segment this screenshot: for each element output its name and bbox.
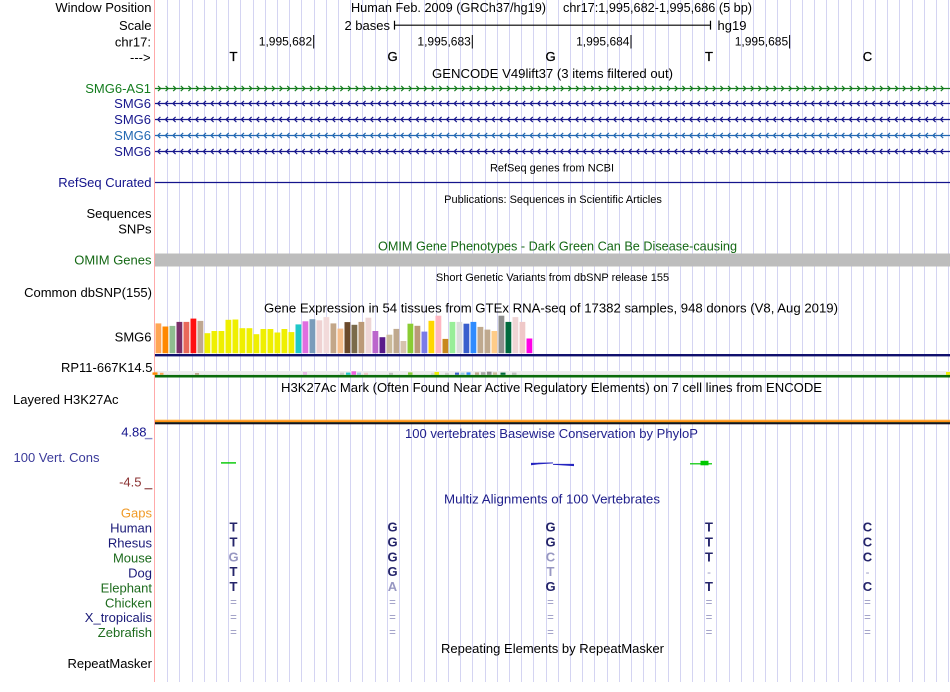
svg-text:H3K27Ac Mark (Often Found Near: H3K27Ac Mark (Often Found Near Active Re… <box>281 380 822 395</box>
svg-text:Short Genetic Variants from db: Short Genetic Variants from dbSNP releas… <box>436 272 669 284</box>
svg-text:SNPs: SNPs <box>118 222 152 237</box>
svg-text:SMG6: SMG6 <box>114 96 151 111</box>
svg-text:=: = <box>864 597 871 609</box>
svg-text:G: G <box>545 534 555 549</box>
svg-text:SMG6: SMG6 <box>114 144 151 159</box>
svg-text:Scale: Scale <box>119 18 152 33</box>
svg-text:Zebrafish: Zebrafish <box>98 625 152 640</box>
svg-text:SMG6: SMG6 <box>115 330 152 345</box>
svg-text:RepeatMasker: RepeatMasker <box>67 656 152 671</box>
svg-text:Sequences: Sequences <box>86 206 152 221</box>
svg-text:X_tropicalis: X_tropicalis <box>85 610 153 625</box>
svg-text:G: G <box>387 564 397 579</box>
svg-text:G: G <box>387 49 397 64</box>
svg-text:-4.5: -4.5 <box>119 475 141 490</box>
svg-text:C: C <box>863 49 872 64</box>
svg-text:Gene Expression in 54 tissues: Gene Expression in 54 tissues from GTEx … <box>264 301 838 316</box>
svg-text:Dog: Dog <box>128 565 152 580</box>
svg-text:T: T <box>705 519 713 534</box>
svg-text:=: = <box>864 627 871 639</box>
svg-text:G: G <box>387 519 397 534</box>
svg-text:G: G <box>387 534 397 549</box>
svg-text:T: T <box>705 534 713 549</box>
svg-text:Mouse: Mouse <box>113 550 152 565</box>
svg-text:100 Vert. Cons: 100 Vert. Cons <box>14 450 100 465</box>
svg-text:Gaps: Gaps <box>121 506 153 521</box>
svg-text:T: T <box>705 579 713 594</box>
svg-text:T: T <box>230 49 238 64</box>
svg-text:=: = <box>706 627 713 639</box>
svg-text:SMG6: SMG6 <box>114 112 151 127</box>
svg-text:Chicken: Chicken <box>105 595 152 610</box>
svg-text:SMG6-AS1: SMG6-AS1 <box>85 81 151 96</box>
svg-text:=: = <box>706 612 713 624</box>
svg-text:G: G <box>387 549 397 564</box>
svg-text:1,995,684: 1,995,684 <box>576 34 630 48</box>
svg-text:G: G <box>545 519 555 534</box>
svg-text:2 bases: 2 bases <box>344 18 390 33</box>
svg-text:C: C <box>863 519 873 534</box>
svg-text:=: = <box>547 597 554 609</box>
svg-text:Rhesus: Rhesus <box>108 536 153 551</box>
svg-text:T: T <box>705 549 713 564</box>
svg-text:C: C <box>863 534 873 549</box>
svg-text:Human: Human <box>110 521 152 536</box>
svg-text:=: = <box>389 612 396 624</box>
svg-text:Multiz Alignments of 100 Verte: Multiz Alignments of 100 Vertebrates <box>444 492 660 507</box>
svg-text:G: G <box>228 549 238 564</box>
svg-text:1,995,685: 1,995,685 <box>735 34 789 48</box>
svg-text:--->: ---> <box>130 50 151 65</box>
svg-text:T: T <box>230 519 238 534</box>
svg-text:T: T <box>230 534 238 549</box>
svg-text:C: C <box>863 549 873 564</box>
svg-text:T: T <box>705 49 713 64</box>
svg-text:Publications: Sequences in Sci: Publications: Sequences in Scientific Ar… <box>444 194 662 206</box>
svg-text:=: = <box>706 597 713 609</box>
svg-text:Repeating Elements by RepeatMa: Repeating Elements by RepeatMasker <box>441 641 665 656</box>
svg-text:-: - <box>707 567 711 579</box>
svg-text:RefSeq genes from NCBI: RefSeq genes from NCBI <box>490 163 614 175</box>
svg-text:=: = <box>389 597 396 609</box>
svg-text:RefSeq Curated: RefSeq Curated <box>58 175 151 190</box>
svg-text:hg19: hg19 <box>718 18 747 33</box>
svg-text:=: = <box>547 612 554 624</box>
svg-text:=: = <box>230 627 237 639</box>
svg-text:=: = <box>547 627 554 639</box>
svg-text:OMIM Gene Phenotypes - Dark Gr: OMIM Gene Phenotypes - Dark Green Can Be… <box>378 239 737 254</box>
svg-text:G: G <box>545 49 555 64</box>
svg-text:Layered H3K27Ac: Layered H3K27Ac <box>13 392 119 407</box>
svg-text:T: T <box>547 564 555 579</box>
svg-text:Elephant: Elephant <box>101 580 153 595</box>
svg-text:chr17:: chr17: <box>115 34 151 49</box>
svg-text:A: A <box>388 579 398 594</box>
svg-text:1,995,683: 1,995,683 <box>417 34 471 48</box>
svg-text:RP11-667K14.5: RP11-667K14.5 <box>61 360 153 375</box>
svg-text:1,995,682: 1,995,682 <box>259 34 313 48</box>
svg-text:C: C <box>863 579 873 594</box>
svg-text:Human Feb. 2009 (GRCh37/hg19): Human Feb. 2009 (GRCh37/hg19) <box>351 0 546 15</box>
svg-text:Window Position: Window Position <box>55 0 151 15</box>
svg-text:100 vertebrates Basewise Conse: 100 vertebrates Basewise Conservation by… <box>405 426 698 441</box>
svg-text:T: T <box>230 579 238 594</box>
svg-text:=: = <box>230 597 237 609</box>
svg-text:G: G <box>545 579 555 594</box>
svg-text:=: = <box>864 612 871 624</box>
svg-text:GENCODE V49lift37 (3 items fil: GENCODE V49lift37 (3 items filtered out) <box>432 66 673 81</box>
svg-text:SMG6: SMG6 <box>114 128 151 143</box>
svg-text:chr17:1,995,682-1,995,686 (5 b: chr17:1,995,682-1,995,686 (5 bp) <box>563 0 752 15</box>
svg-text:4.88: 4.88 <box>121 425 146 440</box>
svg-text:Common dbSNP(155): Common dbSNP(155) <box>24 285 152 300</box>
svg-text:C: C <box>546 549 556 564</box>
svg-text:=: = <box>389 627 396 639</box>
svg-text:OMIM Genes: OMIM Genes <box>74 253 152 268</box>
svg-text:T: T <box>230 564 238 579</box>
svg-text:=: = <box>230 612 237 624</box>
svg-text:-: - <box>866 567 870 579</box>
